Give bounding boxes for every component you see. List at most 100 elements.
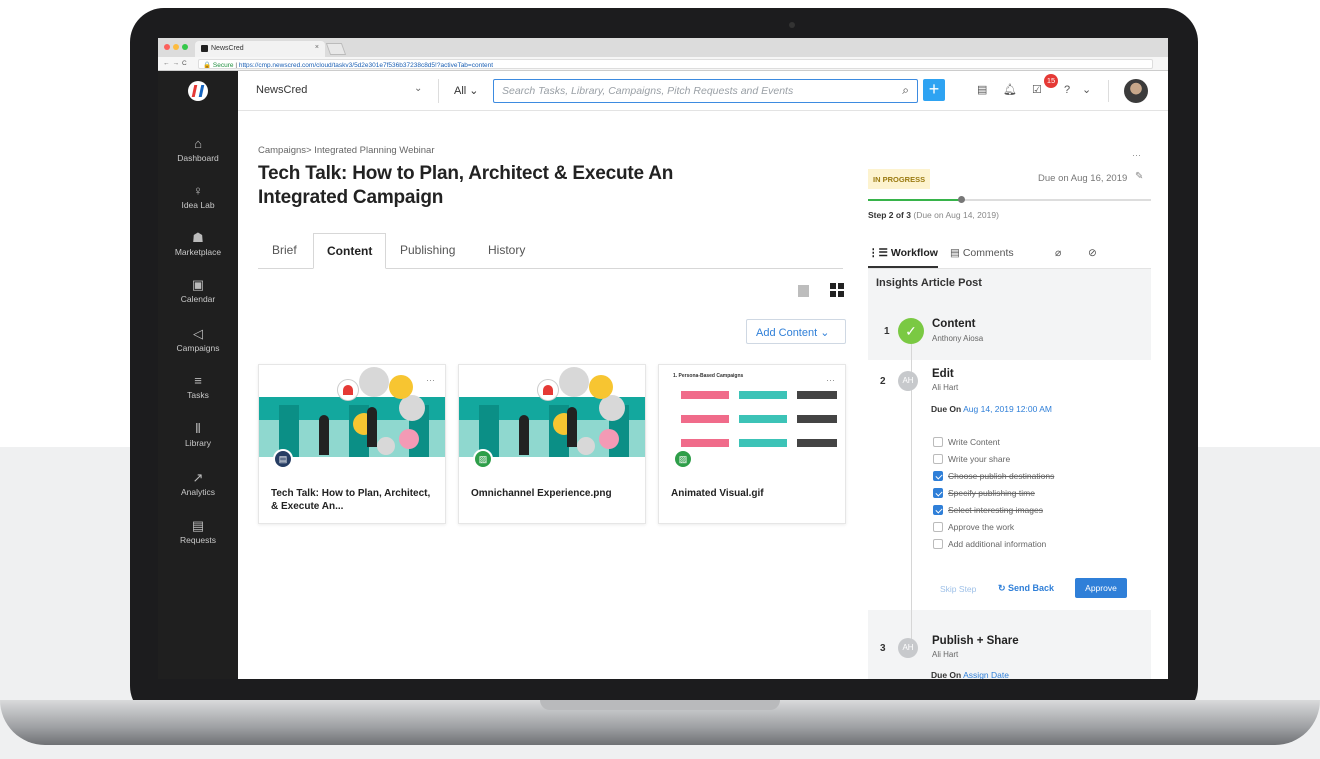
help-icon[interactable]: ? (1064, 85, 1075, 96)
due-date-link[interactable]: Aug 14, 2019 12:00 AM (963, 404, 1052, 414)
undo-icon: ↻ (998, 583, 1009, 593)
step-due: Due On Aug 14, 2019 12:00 AM (931, 404, 1052, 414)
minimize-window-button[interactable] (173, 44, 179, 50)
notes-icon[interactable]: ▤ (977, 85, 988, 96)
megaphone-icon: ◁ (193, 326, 203, 341)
url-field[interactable]: 🔒 Secure | https://cmp.newscred.com/clou… (198, 59, 1153, 69)
sidebar-item-label: Dashboard (177, 153, 219, 163)
card-menu-icon[interactable]: ··· (426, 375, 435, 385)
step-due: Due On Assign Date (931, 670, 1009, 679)
close-tab-icon[interactable]: × (315, 44, 319, 51)
tab-brief[interactable]: Brief (272, 233, 297, 269)
workspace-selector[interactable]: NewsCred (256, 84, 307, 96)
lightbulb-icon: ♀ (193, 183, 203, 198)
sidebar-item-label: Calendar (180, 294, 216, 304)
calendar-icon: ▣ (191, 277, 205, 292)
create-button[interactable]: + (923, 79, 945, 101)
checkbox[interactable] (933, 505, 943, 515)
search-input[interactable]: Search Tasks, Library, Campaigns, Pitch … (493, 79, 918, 103)
card-title: Tech Talk: How to Plan, Architect, & Exe… (271, 488, 431, 512)
check-icon: ✓ (898, 318, 924, 344)
edit-pencil-icon[interactable]: ✎ (1135, 171, 1143, 182)
checkbox[interactable] (933, 471, 943, 481)
sidebar-item-analytics[interactable]: ↗ Analytics (158, 470, 238, 497)
sidebar-item-campaigns[interactable]: ◁ Campaigns (158, 326, 238, 353)
maximize-window-button[interactable] (182, 44, 188, 50)
sidebar-item-tasks[interactable]: ≡ Tasks (158, 373, 238, 400)
checkbox[interactable] (933, 488, 943, 498)
help-chevron-icon[interactable]: ⌄ (1082, 85, 1093, 96)
send-back-button[interactable]: ↻ Send Back (998, 583, 1054, 594)
store-icon: ☗ (192, 230, 204, 245)
step-name: Publish + Share (932, 635, 1019, 647)
browser-tabbar: NewsCred × (158, 38, 1168, 57)
sidebar-item-idea-lab[interactable]: ♀ Idea Lab (158, 183, 238, 210)
content-card[interactable]: 1. Persona-Based Campaigns ··· ▨ Animate… (658, 364, 846, 524)
step-indicator: Step 2 of 3 (Due on Aug 14, 2019) (868, 210, 999, 220)
more-options-icon[interactable]: ··· (1132, 150, 1141, 160)
user-avatar[interactable] (1124, 79, 1148, 103)
sidebar-item-requests[interactable]: ▤ Requests (158, 518, 238, 545)
nav-buttons[interactable]: ←→C (163, 60, 190, 67)
comments-icon: ▤ (950, 247, 963, 259)
workflow-icon: ⋮☰ (868, 247, 891, 259)
browser-tab[interactable]: NewsCred × (195, 41, 325, 57)
card-thumbnail (259, 365, 445, 457)
tab-workflow[interactable]: ⋮☰ Workflow (868, 247, 938, 268)
tab-publishing[interactable]: Publishing (400, 233, 455, 269)
sidebar-item-marketplace[interactable]: ☗ Marketplace (158, 230, 238, 257)
newscred-logo[interactable] (158, 71, 238, 111)
step-number: 3 (880, 643, 886, 654)
new-tab-button[interactable] (325, 43, 347, 55)
checkbox[interactable] (933, 454, 943, 464)
preview-title: 1. Persona-Based Campaigns (673, 373, 744, 379)
secure-label: Secure (212, 62, 234, 69)
browser-tab-title: NewsCred (211, 45, 244, 52)
assign-date-link[interactable]: Assign Date (963, 670, 1009, 679)
checkbox[interactable] (933, 522, 943, 532)
divider (438, 79, 439, 103)
camera (789, 22, 795, 28)
add-content-button[interactable]: Add Content ⌄ (746, 319, 846, 344)
assignee-avatar: AH (898, 371, 918, 391)
laptop-notch (540, 700, 780, 710)
close-window-button[interactable] (164, 44, 170, 50)
approve-button[interactable]: Approve (1075, 578, 1127, 598)
list-view-icon[interactable] (798, 285, 809, 297)
notification-badge: 15 (1044, 74, 1058, 88)
tab-content[interactable]: Content (313, 233, 387, 269)
secure-lock-icon: 🔒 (203, 62, 212, 69)
sidebar-item-label: Analytics (180, 487, 215, 497)
link-icon[interactable]: ⊘ (1088, 247, 1097, 259)
sidebar-item-dashboard[interactable]: ⌂ Dashboard (158, 136, 238, 163)
content-card[interactable]: ▨ Omnichannel Experience.png (458, 364, 646, 524)
step-owner: Anthony Aiosa (932, 334, 984, 343)
search-scope-label: All (454, 85, 467, 97)
card-menu-icon[interactable]: ··· (826, 375, 835, 385)
grid-view-icon[interactable] (830, 283, 844, 297)
address-bar: ←→C 🔒 Secure | https://cmp.newscred.com/… (158, 57, 1168, 71)
breadcrumb[interactable]: Campaigns> Integrated Planning Webinar (258, 145, 434, 156)
sidebar-item-label: Tasks (187, 390, 209, 400)
sidebar-item-calendar[interactable]: ▣ Calendar (158, 277, 238, 304)
due-date: Due on Aug 16, 2019 (1038, 173, 1128, 184)
step-owner: Ali Hart (932, 650, 959, 659)
attachment-icon[interactable]: ⌀ (1055, 247, 1061, 259)
sidebar-item-library[interactable]: ⫴ Library (158, 421, 238, 448)
checkbox[interactable] (933, 539, 943, 549)
workflow-title: Insights Article Post (876, 277, 982, 289)
chevron-down-icon[interactable]: ⌄ (414, 83, 422, 94)
skip-step-button[interactable]: Skip Step (940, 584, 976, 594)
bell-icon[interactable]: 🔔︎ (1003, 85, 1017, 96)
search-scope-select[interactable]: All ⌄ (454, 84, 479, 97)
tab-history[interactable]: History (488, 233, 525, 269)
checkbox[interactable] (933, 437, 943, 447)
content-card[interactable]: ··· ▤ Tech Talk: How to Plan, Architect,… (258, 364, 446, 524)
library-icon: ⫴ (195, 421, 201, 436)
screen: NewsCred × ←→C 🔒 Secure | https://cmp.ne… (158, 38, 1168, 679)
search-icon[interactable]: ⌕ (902, 83, 909, 98)
sidebar-item-label: Marketplace (174, 247, 222, 257)
tasks-check-icon[interactable]: ☑ (1032, 85, 1043, 96)
tab-comments[interactable]: ▤ Comments (950, 247, 1014, 259)
app-header: NewsCred ⌄ All ⌄ Search Tasks, Library, … (158, 71, 1168, 111)
